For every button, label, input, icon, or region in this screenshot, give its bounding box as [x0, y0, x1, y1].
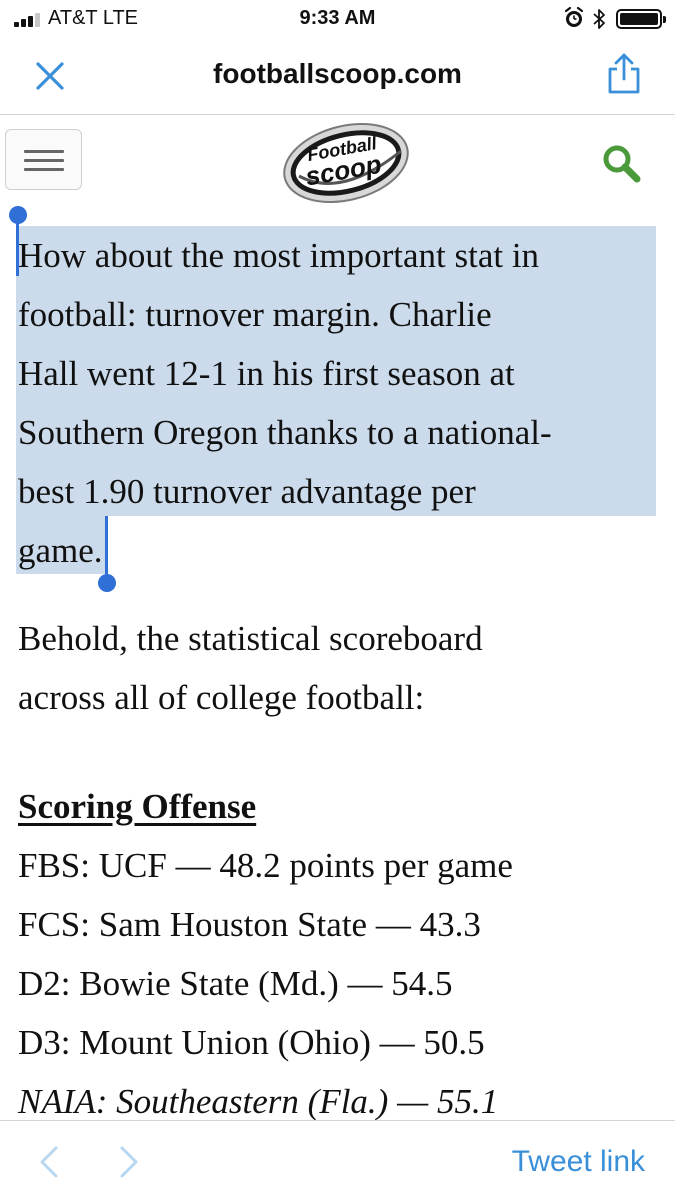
- search-icon[interactable]: [601, 143, 641, 183]
- alarm-icon: [564, 6, 584, 27]
- site-logo[interactable]: Football scoop: [281, 121, 411, 205]
- browser-nav-bar: footballscoop.com: [0, 38, 675, 115]
- section-heading: Scoring Offense: [18, 787, 257, 826]
- hamburger-menu-icon[interactable]: [5, 129, 82, 190]
- share-icon[interactable]: [604, 52, 644, 96]
- battery-icon: [616, 9, 666, 29]
- list-item: D3: Mount Union (Ohio) — 50.5: [18, 1023, 485, 1062]
- chevron-right-icon[interactable]: [116, 1145, 142, 1179]
- paragraph-line: football: turnover margin. Charlie: [18, 295, 492, 334]
- intro-paragraph: Behold, the statistical scoreboard acros…: [18, 619, 483, 717]
- paragraph-line: game.: [18, 531, 103, 570]
- status-bar: AT&T LTE 9:33 AM: [0, 0, 675, 38]
- list-item: FBS: UCF — 48.2 points per game: [18, 846, 513, 885]
- paragraph-line: Hall went 12-1 in his first season at: [18, 354, 515, 393]
- bottom-toolbar: Tweet link: [0, 1120, 675, 1200]
- chevron-left-icon[interactable]: [36, 1145, 62, 1179]
- tweet-link-button[interactable]: Tweet link: [512, 1145, 645, 1179]
- list-item: FCS: Sam Houston State — 43.3: [18, 905, 481, 944]
- paragraph-line: Southern Oregon thanks to a national-: [18, 413, 552, 452]
- page-url: footballscoop.com: [213, 58, 462, 89]
- bluetooth-icon: [593, 9, 605, 29]
- paragraph-line: best 1.90 turnover advantage per: [18, 472, 476, 511]
- list-item: D2: Bowie State (Md.) — 54.5: [18, 964, 453, 1003]
- selected-paragraph[interactable]: How about the most important stat in foo…: [9, 206, 658, 592]
- paragraph-line: How about the most important stat in: [18, 236, 540, 275]
- stats-list: FBS: UCF — 48.2 points per game FCS: Sam…: [18, 836, 658, 1131]
- article-body: How about the most important stat in foo…: [9, 206, 658, 1131]
